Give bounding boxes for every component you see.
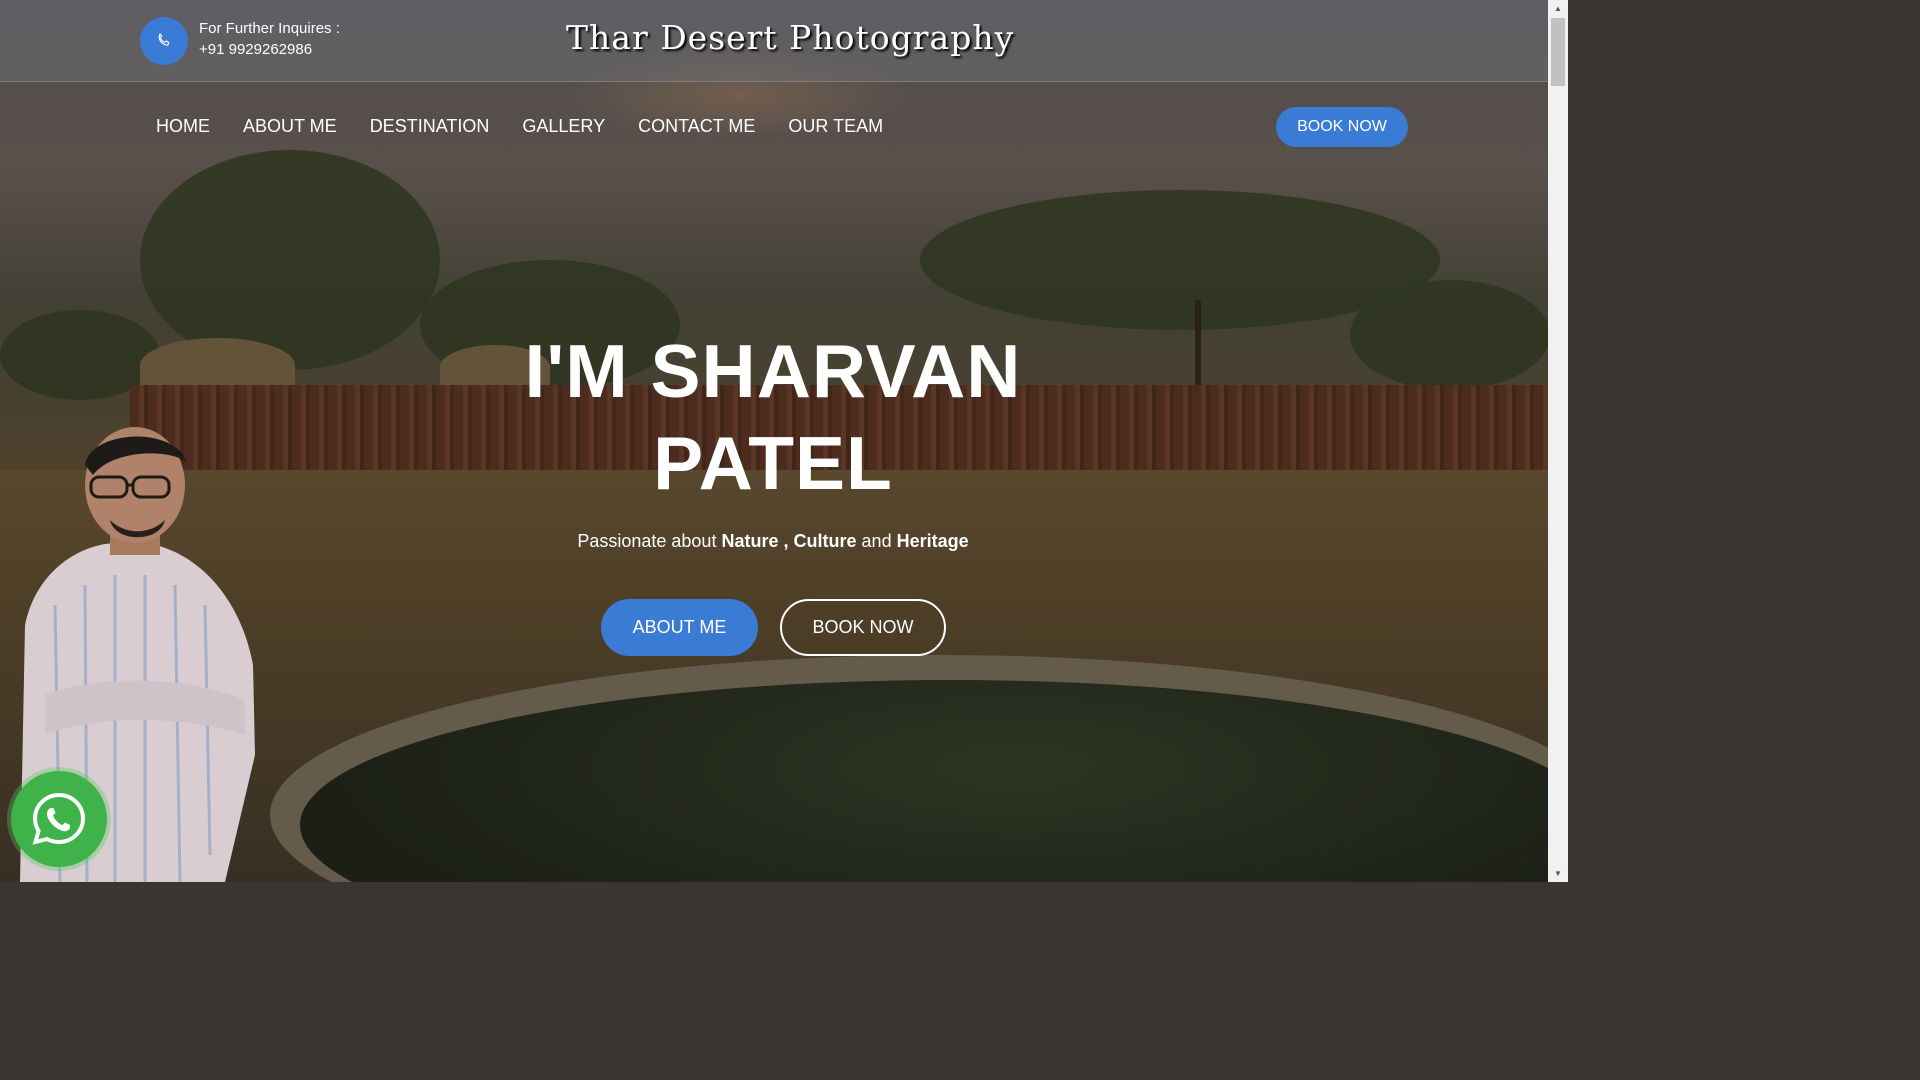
scroll-up-icon[interactable]: ▲	[1548, 0, 1568, 17]
tagline-nature: Nature	[721, 531, 779, 551]
book-now-nav-button[interactable]: BOOK NOW	[1276, 107, 1408, 147]
nav-item-gallery[interactable]: GALLERY	[522, 116, 605, 137]
headline-line-1: I'M SHARVAN	[524, 329, 1022, 413]
tagline-separator: ,	[783, 531, 789, 551]
phone-number[interactable]: +91 9929262986	[199, 41, 312, 58]
top-bar: For Further Inquires : +91 9929262986 Th…	[0, 0, 1548, 82]
inquiry-label: For Further Inquires :	[199, 20, 340, 37]
nav-item-about-me[interactable]: ABOUT ME	[243, 116, 337, 137]
tagline-prefix: Passionate about	[577, 531, 717, 551]
nav-item-contact-me[interactable]: CONTACT ME	[638, 116, 755, 137]
phone-icon[interactable]	[140, 17, 188, 65]
tagline-and: and	[861, 531, 892, 551]
nav-item-destination[interactable]: DESTINATION	[370, 116, 490, 137]
scroll-thumb[interactable]	[1551, 18, 1565, 86]
scrollbar[interactable]: ▲ ▼	[1548, 0, 1568, 882]
hero-tagline: Passionate about Nature , Culture and He…	[420, 531, 1126, 552]
whatsapp-icon	[32, 792, 86, 845]
hero-headline: I'M SHARVAN PATEL	[420, 325, 1126, 509]
tagline-culture: Culture	[793, 531, 857, 551]
nav-item-our-team[interactable]: OUR TEAM	[788, 116, 883, 137]
scroll-down-icon[interactable]: ▼	[1548, 865, 1568, 882]
book-now-button[interactable]: BOOK NOW	[780, 599, 946, 656]
main-nav: HOME ABOUT ME DESTINATION GALLERY CONTAC…	[156, 116, 916, 137]
headline-line-2: PATEL	[653, 421, 893, 505]
whatsapp-button[interactable]	[11, 771, 107, 867]
tagline-heritage: Heritage	[896, 531, 969, 551]
site-title[interactable]: Thar Desert Photography	[566, 18, 1014, 57]
nav-item-home[interactable]: HOME	[156, 116, 210, 137]
about-me-button[interactable]: ABOUT ME	[601, 599, 758, 656]
